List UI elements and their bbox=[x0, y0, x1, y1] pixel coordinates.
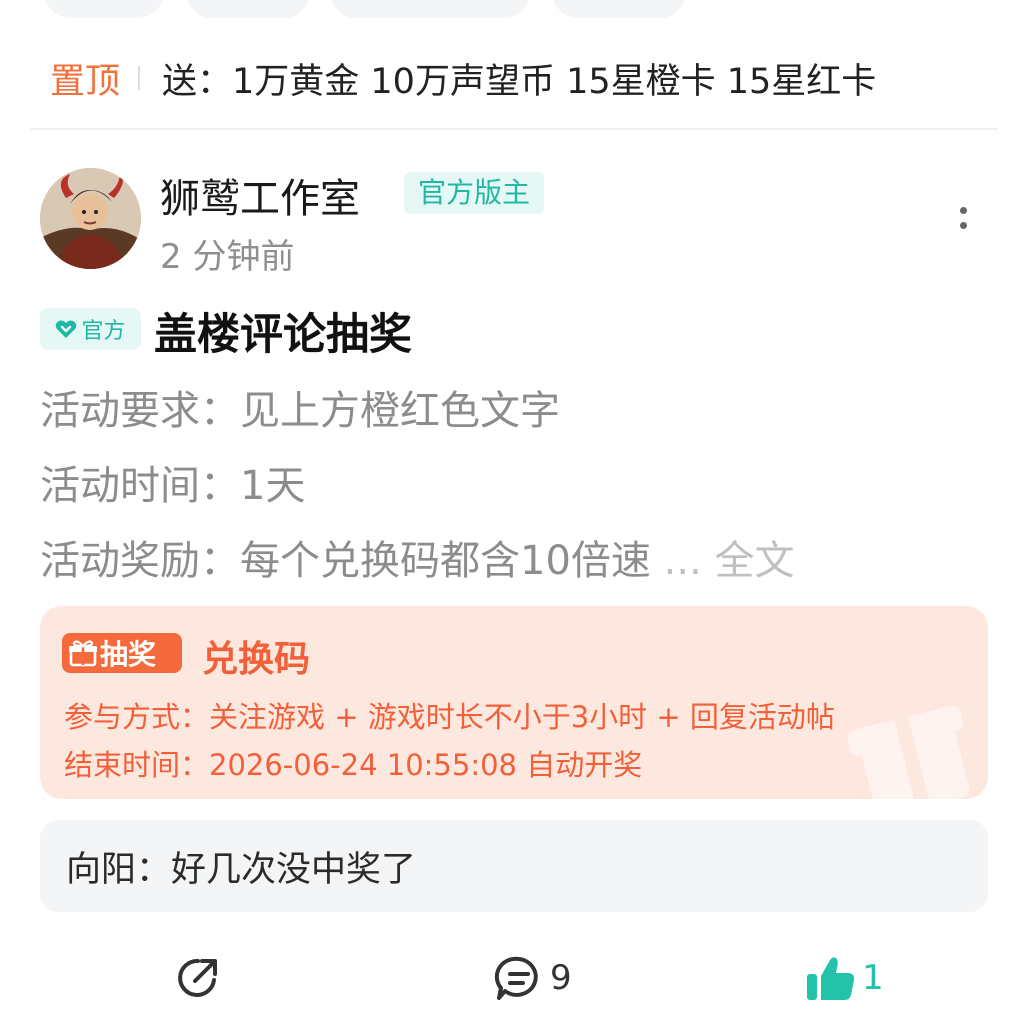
post-body-line: 活动时间：1天 bbox=[40, 463, 306, 509]
topic-tag-chip[interactable] bbox=[330, 0, 530, 18]
divider bbox=[138, 66, 141, 90]
like-button[interactable]: 1 bbox=[806, 950, 884, 1006]
share-icon bbox=[178, 958, 217, 997]
pinned-label: 置顶 bbox=[50, 61, 121, 102]
post-title[interactable]: 盖楼评论抽奖 bbox=[154, 300, 412, 362]
post-body-text: 活动奖励：每个兑换码都含10倍速 bbox=[40, 538, 651, 584]
gift-icon bbox=[69, 640, 97, 667]
avatar[interactable] bbox=[40, 168, 141, 269]
pinned-post-title: 送：1万黄金 10万声望币 15星橙卡 15星红卡 bbox=[162, 61, 877, 102]
post-body-line: 活动奖励：每个兑换码都含10倍速 ... 全文 bbox=[40, 528, 794, 586]
lottery-prize-title: 兑换码 bbox=[202, 639, 311, 680]
topic-tag-chip[interactable] bbox=[186, 0, 310, 18]
lottery-participation: 参与方式：关注游戏 + 游戏时长不小于3小时 + 回复活动帖 bbox=[64, 700, 835, 734]
topic-tag-bar bbox=[0, 0, 1028, 18]
share-button[interactable] bbox=[174, 950, 222, 1006]
comment-button[interactable]: 9 bbox=[494, 950, 572, 1006]
like-count: 1 bbox=[862, 958, 884, 998]
comment-count: 9 bbox=[550, 958, 572, 998]
expand-full-text-link[interactable]: ... 全文 bbox=[664, 538, 795, 584]
more-vertical-icon[interactable] bbox=[948, 200, 978, 236]
topic-tag-chip[interactable] bbox=[552, 0, 686, 18]
post-time: 2 分钟前 bbox=[160, 237, 295, 277]
post-body-line: 活动要求：见上方橙红色文字 bbox=[40, 388, 560, 434]
lottery-tag: 抽奖 bbox=[62, 633, 182, 673]
role-badge: 官方版主 bbox=[404, 172, 545, 214]
official-badge-label: 官方 bbox=[81, 319, 126, 344]
hot-comment-text: 向阳：好几次没中奖了 bbox=[66, 849, 417, 890]
pinned-post-row[interactable]: 置顶 送：1万黄金 10万声望币 15星橙卡 15星红卡 bbox=[50, 52, 876, 104]
gift-watermark-icon bbox=[847, 705, 969, 799]
lottery-tag-label: 抽奖 bbox=[100, 638, 157, 671]
heart-icon bbox=[56, 320, 77, 338]
thumbs-up-icon bbox=[807, 957, 855, 1000]
topic-tag-chip[interactable] bbox=[44, 0, 164, 18]
author-name[interactable]: 狮鹫工作室 bbox=[160, 166, 360, 224]
lottery-end-time: 结束时间：2026-06-24 10:55:08 自动开奖 bbox=[64, 748, 643, 782]
comment-icon bbox=[494, 956, 538, 1000]
official-badge: 官方 bbox=[40, 308, 141, 350]
hot-comment[interactable]: 向阳：好几次没中奖了 bbox=[40, 820, 988, 912]
lottery-card[interactable]: 抽奖 兑换码 参与方式：关注游戏 + 游戏时长不小于3小时 + 回复活动帖 结束… bbox=[40, 606, 988, 799]
divider bbox=[30, 128, 998, 130]
